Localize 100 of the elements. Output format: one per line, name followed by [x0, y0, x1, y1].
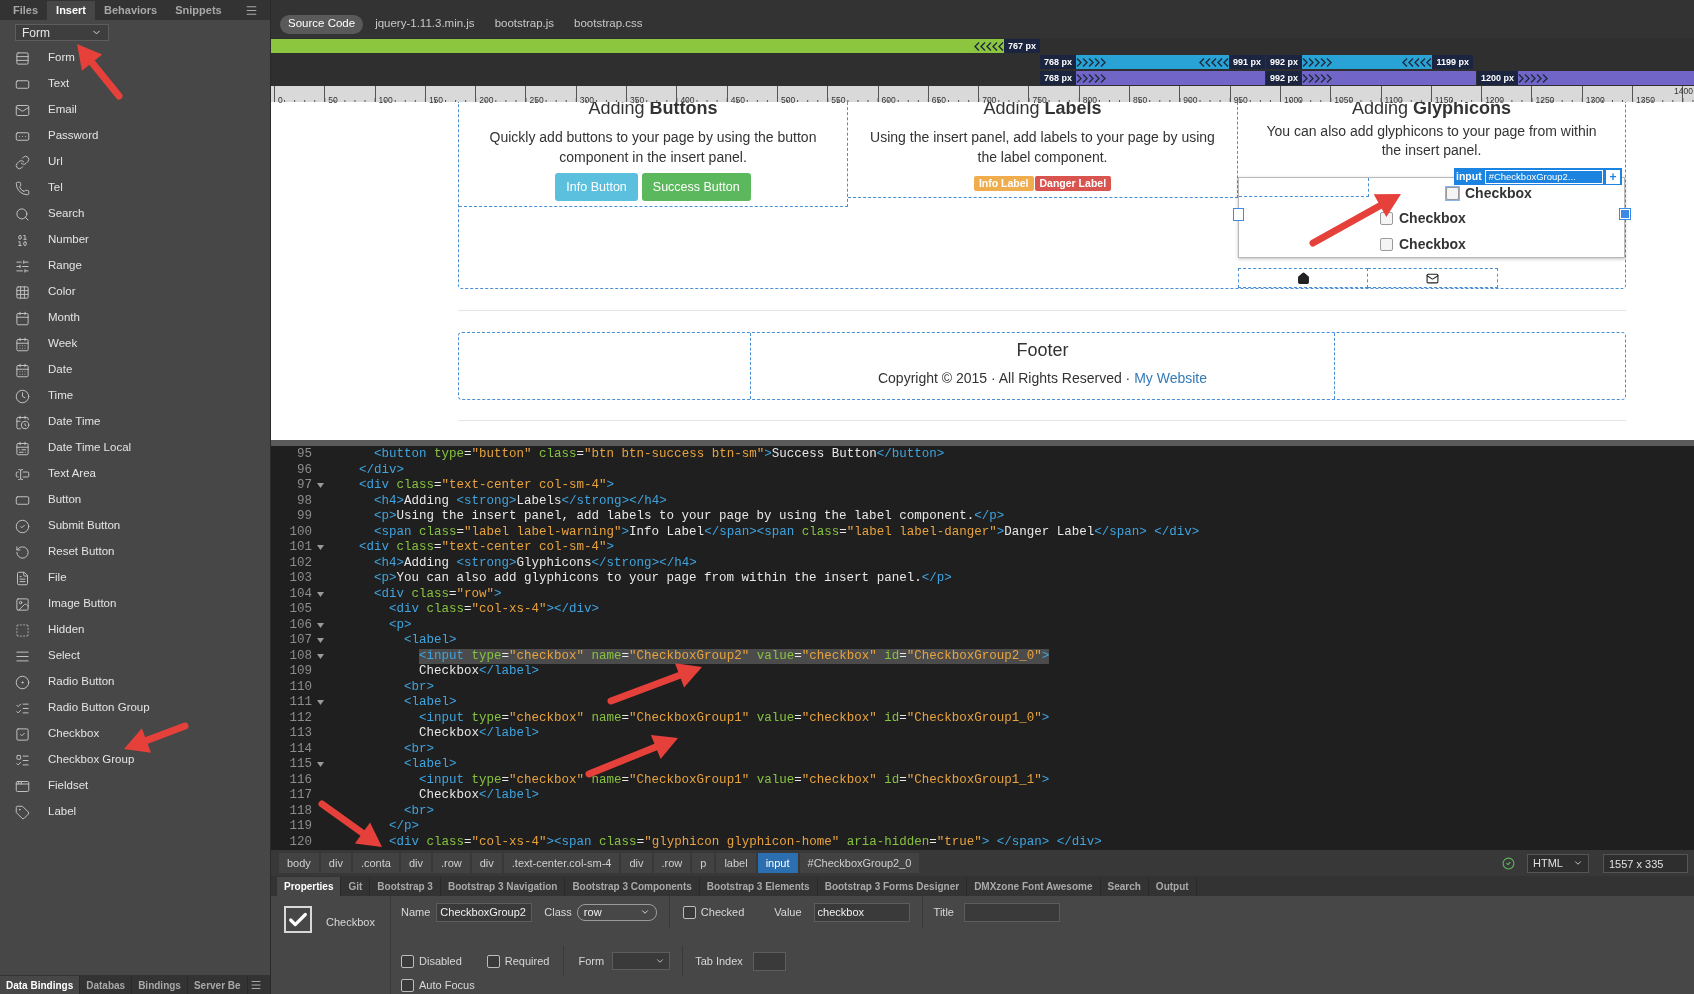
add-class-button[interactable]: + [1606, 169, 1620, 184]
tag-selector-item[interactable]: p [692, 853, 715, 873]
insert-item[interactable]: Hidden [0, 617, 270, 643]
tab-index-field[interactable] [752, 951, 786, 971]
panel-tab[interactable]: Server Be [187, 976, 248, 994]
checkbox[interactable] [682, 905, 696, 919]
tag-selector-item[interactable]: div [621, 853, 652, 873]
fold-triangle-icon[interactable] [317, 483, 324, 489]
checkbox[interactable] [486, 954, 500, 968]
insert-item[interactable]: Number [0, 227, 270, 253]
text-cursor-icon [15, 466, 30, 482]
insert-item[interactable]: Tel [0, 175, 270, 201]
title-field[interactable] [964, 902, 1060, 922]
required-option[interactable]: Required [486, 952, 550, 970]
website-link[interactable]: My Website [1134, 370, 1208, 386]
panel-tab[interactable]: Files [4, 1, 48, 20]
insert-item[interactable]: Fieldset [0, 773, 270, 799]
insert-item[interactable]: Radio Button Group [0, 695, 270, 721]
insert-item[interactable]: File [0, 565, 270, 591]
tag-selector-item[interactable]: .conta [352, 853, 399, 873]
insert-item[interactable]: Month [0, 305, 270, 331]
checkbox[interactable] [401, 978, 414, 992]
fold-triangle-icon[interactable] [317, 700, 324, 706]
properties-tab[interactable]: Properties [277, 877, 342, 896]
panel-tab[interactable]: Databas [80, 976, 133, 994]
panel-tab[interactable]: Insert [47, 1, 96, 20]
insert-item[interactable]: Submit Button [0, 513, 270, 539]
insert-item[interactable]: Date Time Local [0, 435, 270, 461]
ruler-label: 350 [630, 95, 645, 105]
category-dropdown[interactable]: Form [15, 24, 109, 41]
media-query-bar[interactable]: 992 px [1266, 71, 1476, 85]
insert-item[interactable]: Email [0, 97, 270, 123]
menu-icon[interactable] [245, 4, 258, 17]
panel-tab[interactable]: Snippets [166, 1, 231, 20]
media-query-bar[interactable]: 992 px 1199 px [1266, 55, 1473, 69]
fold-triangle-icon[interactable] [317, 653, 324, 659]
name-field[interactable]: CheckboxGroup2 [436, 902, 533, 922]
insert-item[interactable]: Date [0, 357, 270, 383]
code-line: <div class="row"> [374, 586, 502, 602]
checked-option[interactable]: Checked [682, 903, 745, 921]
fold-triangle-icon[interactable] [317, 622, 324, 628]
fold-triangle-icon[interactable] [317, 638, 324, 644]
document-tab[interactable]: Source Code [280, 14, 364, 34]
auto-focus-option[interactable]: Auto Focus [401, 977, 1060, 994]
value-field[interactable]: checkbox [813, 902, 910, 922]
insert-item[interactable]: Text [0, 71, 270, 97]
insert-item[interactable]: Checkbox Group [0, 747, 270, 773]
media-query-bar[interactable]: 768 px [1040, 71, 1265, 85]
panel-tab[interactable]: Behaviors [95, 1, 167, 20]
checkbox[interactable] [1380, 237, 1393, 251]
tag-selector-item[interactable]: .text-center.col-sm-4 [503, 853, 620, 873]
checkbox-label[interactable]: Checkbox [1379, 231, 1532, 257]
insert-item[interactable]: Time [0, 383, 270, 409]
insert-item[interactable]: Password [0, 123, 270, 149]
line-number: 101 [288, 540, 312, 556]
insert-item[interactable]: Checkbox [0, 721, 270, 747]
resize-handle[interactable] [1233, 208, 1244, 221]
menu-icon[interactable] [250, 979, 262, 991]
insert-item[interactable]: Select [0, 643, 270, 669]
panel-tab[interactable]: Data Bindings [0, 976, 81, 994]
media-query-bar[interactable]: 768 px 991 px [1040, 55, 1265, 69]
insert-item[interactable]: Week [0, 331, 270, 357]
tag-selector-item[interactable]: .row [432, 853, 470, 873]
insert-item[interactable]: Reset Button [0, 539, 270, 565]
line-number: 103 [288, 571, 312, 587]
tag-selector-item[interactable]: div [400, 853, 431, 873]
media-query-bar[interactable]: 767 px [271, 39, 1040, 53]
fold-triangle-icon[interactable] [317, 762, 324, 768]
fold-triangle-icon[interactable] [317, 545, 324, 551]
selector-field[interactable]: #CheckboxGroup2... [1484, 169, 1603, 184]
tag-selector-item[interactable]: div [471, 853, 502, 873]
insert-item[interactable]: Range [0, 253, 270, 279]
document-tab[interactable]: bootstrap.js [486, 14, 563, 34]
checkbox-label[interactable]: Checkbox [1445, 181, 1532, 207]
tag-selector-item[interactable]: body [279, 853, 319, 873]
tag-selector-item[interactable]: label [716, 853, 756, 873]
tag-selector-item[interactable]: div [320, 853, 351, 873]
document-tab[interactable]: bootstrap.css [566, 14, 651, 34]
insert-item[interactable]: Label [0, 799, 270, 825]
checkbox[interactable] [1446, 187, 1459, 201]
class-dropdown[interactable]: row [576, 903, 657, 921]
tag-selector-item[interactable]: input [757, 853, 798, 873]
insert-item[interactable]: Form [0, 45, 270, 71]
media-query-bar[interactable]: 1200 px [1477, 71, 1694, 85]
insert-item[interactable]: Button [0, 487, 270, 513]
tag-selector-item[interactable]: .row [653, 853, 691, 873]
insert-item[interactable]: Radio Button [0, 669, 270, 695]
document-tab[interactable]: jquery-1.11.3.min.js [367, 14, 483, 34]
insert-item[interactable]: Text Area [0, 461, 270, 487]
panel-tab[interactable]: Bindings [132, 976, 188, 994]
tag-selector-item[interactable]: #CheckboxGroup2_0 [799, 853, 920, 873]
language-dropdown[interactable]: HTML [1527, 853, 1589, 873]
insert-item[interactable]: Search [0, 201, 270, 227]
fold-triangle-icon[interactable] [317, 591, 324, 597]
window-size-field[interactable]: 1557 x 335 [1603, 853, 1688, 873]
insert-item[interactable]: Color [0, 279, 270, 305]
insert-item[interactable]: Date Time [0, 409, 270, 435]
insert-item[interactable]: Image Button [0, 591, 270, 617]
checkbox[interactable] [401, 954, 414, 968]
insert-item[interactable]: Url [0, 149, 270, 175]
